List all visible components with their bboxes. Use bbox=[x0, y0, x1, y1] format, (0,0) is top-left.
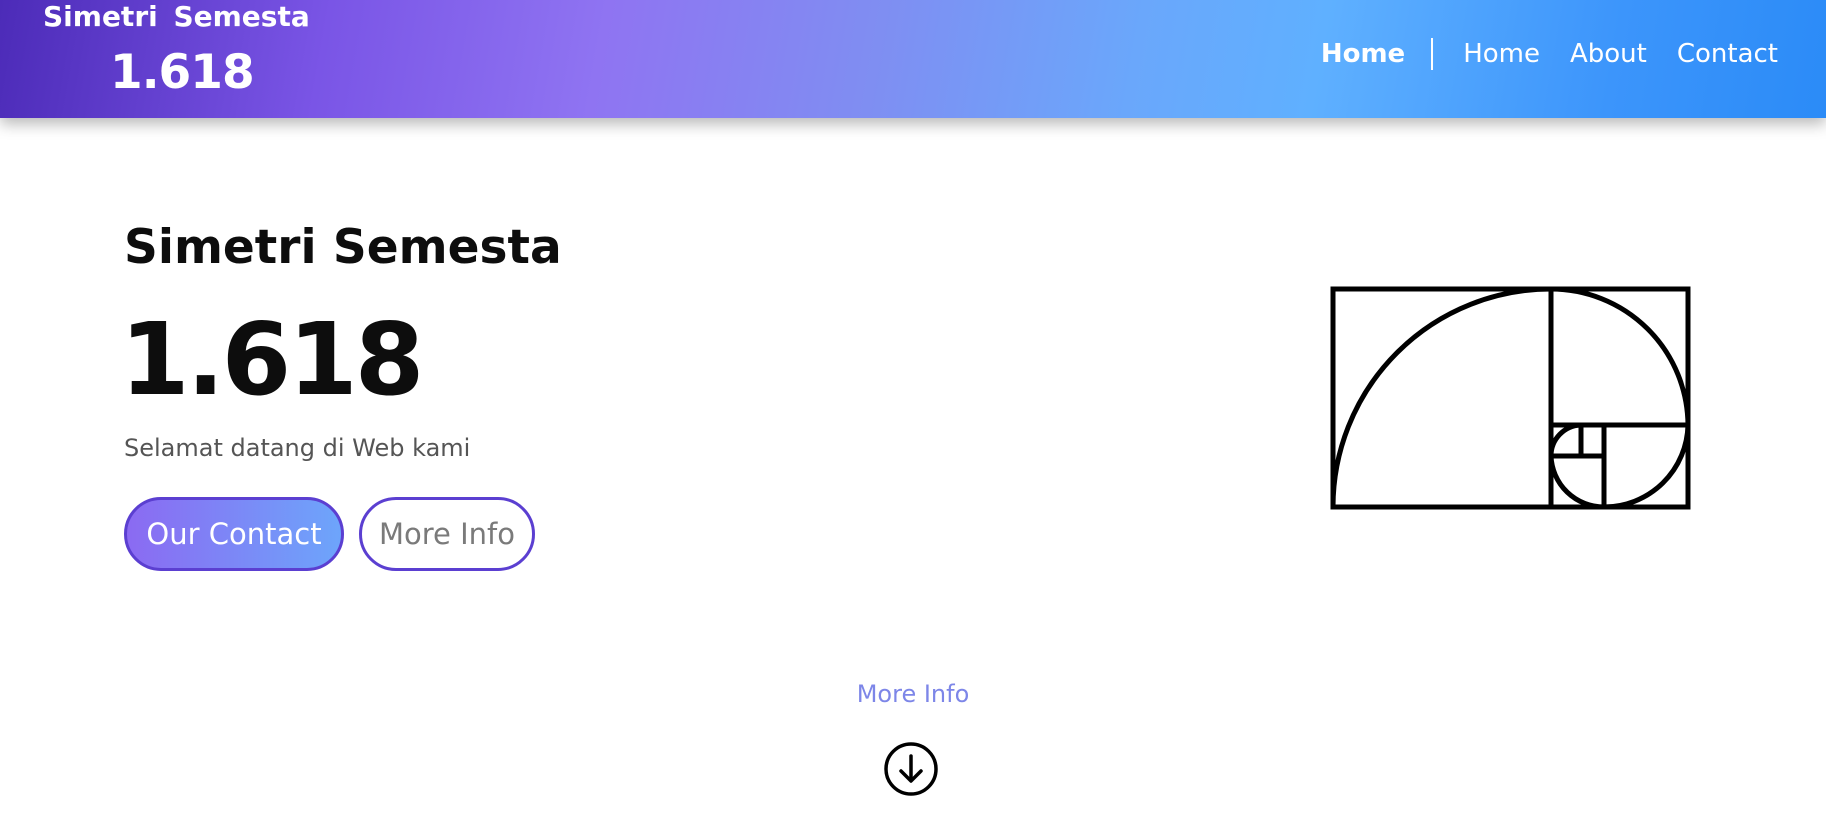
arrow-down-circle-icon[interactable] bbox=[883, 741, 939, 797]
brand-number[interactable]: 1.618 bbox=[110, 45, 255, 101]
nav-link-about[interactable]: About bbox=[1570, 34, 1647, 74]
nav-link-contact[interactable]: Contact bbox=[1677, 34, 1778, 74]
hero-subtitle: Selamat datang di Web kami bbox=[124, 434, 471, 462]
nav-link-home-active[interactable]: Home bbox=[1321, 34, 1405, 74]
nav-divider bbox=[1431, 38, 1434, 70]
more-info-button[interactable]: More Info bbox=[359, 497, 535, 571]
hero-number: 1.618 bbox=[120, 301, 424, 418]
brand-name[interactable]: Simetri Semesta bbox=[43, 0, 310, 34]
hero-title: Simetri Semesta bbox=[124, 220, 562, 275]
our-contact-button[interactable]: Our Contact bbox=[124, 497, 344, 571]
navbar: Simetri Semesta 1.618 Home Home About Co… bbox=[0, 0, 1826, 118]
more-info-link[interactable]: More Info bbox=[0, 678, 1826, 710]
golden-ratio-spiral-icon bbox=[1330, 286, 1691, 510]
nav-menu: Home Home About Contact bbox=[1321, 34, 1778, 74]
nav-link-home[interactable]: Home bbox=[1463, 34, 1540, 74]
